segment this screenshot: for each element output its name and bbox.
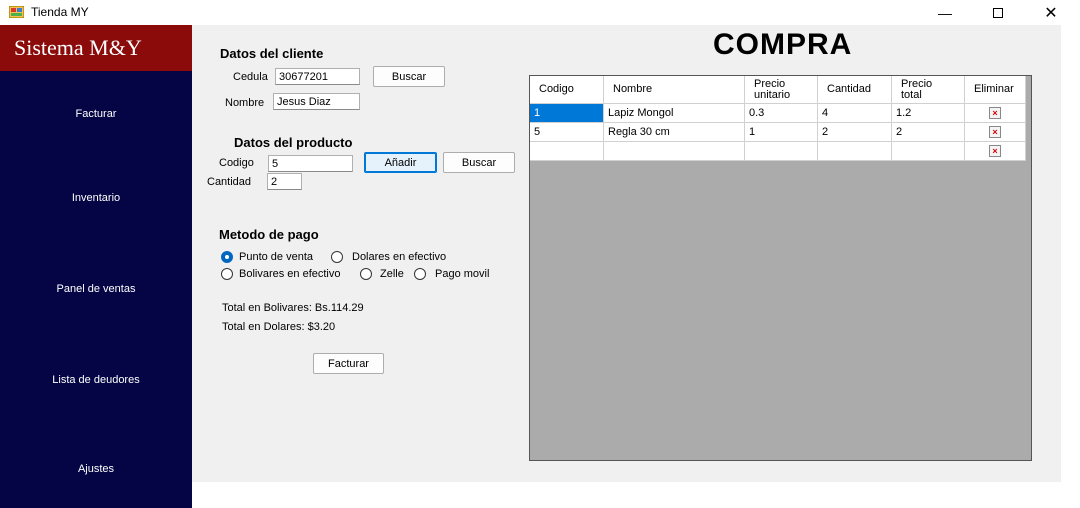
delete-icon[interactable]: × [989, 126, 1001, 138]
sidebar-item-inventario[interactable]: Inventario [0, 186, 192, 210]
grid-header: Codigo Nombre Precio unitario Cantidad P… [530, 76, 1026, 104]
radio-pago-movil[interactable] [414, 268, 426, 280]
radio-label-pago-movil: Pago movil [435, 268, 490, 280]
cell-precio-total[interactable]: 1.2 [892, 104, 965, 123]
window-bottom-edge [192, 482, 1061, 508]
close-button[interactable]: ✕ [1028, 0, 1074, 25]
cell-nombre[interactable]: Regla 30 cm [604, 123, 745, 142]
producto-section-title: Datos del producto [234, 135, 353, 150]
col-header-nombre[interactable]: Nombre [604, 76, 745, 104]
cliente-section-title: Datos del cliente [220, 46, 324, 61]
table-row[interactable]: 1 Lapiz Mongol 0.3 4 1.2 × [530, 104, 1026, 123]
cell-precio-unitario[interactable]: 0.3 [745, 104, 818, 123]
cell-nombre[interactable] [604, 142, 745, 161]
cell-precio-unitario[interactable]: 1 [745, 123, 818, 142]
radio-zelle[interactable] [360, 268, 372, 280]
anadir-button[interactable]: Añadir [364, 152, 437, 173]
cell-eliminar: × [965, 104, 1026, 123]
sidebar: Sistema M&Y Facturar Inventario Panel de… [0, 25, 192, 508]
nombre-label: Nombre [225, 97, 265, 109]
buscar-producto-button[interactable]: Buscar [443, 152, 515, 173]
sidebar-item-panel-de-ventas[interactable]: Panel de ventas [0, 277, 192, 301]
total-bolivares: Total en Bolivares: Bs.114.29 [222, 302, 364, 314]
cedula-label: Cedula [233, 71, 268, 83]
cell-cantidad[interactable] [818, 142, 892, 161]
codigo-label: Codigo [219, 157, 254, 169]
cedula-input[interactable]: 30677201 [275, 68, 360, 85]
codigo-input[interactable]: 5 [268, 155, 353, 172]
cell-cantidad[interactable]: 4 [818, 104, 892, 123]
maximize-button[interactable] [975, 0, 1021, 25]
col-header-eliminar[interactable]: Eliminar [965, 76, 1026, 104]
cantidad-label: Cantidad [207, 176, 252, 188]
app-icon [9, 6, 24, 18]
table-row[interactable]: 5 Regla 30 cm 1 2 2 × [530, 123, 1026, 142]
cell-codigo[interactable]: 1 [530, 104, 604, 123]
radio-dolares-en-efectivo[interactable] [331, 251, 343, 263]
sidebar-item-lista-de-deudores[interactable]: Lista de deudores [0, 368, 192, 392]
maximize-icon [993, 7, 1003, 18]
cell-codigo[interactable] [530, 142, 604, 161]
col-header-codigo[interactable]: Codigo [530, 76, 604, 104]
cantidad-input[interactable]: 2 [267, 173, 302, 190]
radio-label-bolivares-en-efectivo: Bolivares en efectivo [239, 268, 341, 280]
cell-precio-total[interactable] [892, 142, 965, 161]
cell-codigo[interactable]: 5 [530, 123, 604, 142]
buscar-cliente-button[interactable]: Buscar [373, 66, 445, 87]
cell-cantidad[interactable]: 2 [818, 123, 892, 142]
compra-grid[interactable]: Codigo Nombre Precio unitario Cantidad P… [529, 75, 1032, 461]
radio-label-zelle: Zelle [380, 268, 404, 280]
title-bar: Tienda MY — ✕ [0, 0, 1080, 25]
col-header-cantidad[interactable]: Cantidad [818, 76, 892, 104]
app-window: Tienda MY — ✕ Sistema M&Y Facturar Inven… [0, 0, 1080, 508]
nombre-input[interactable]: Jesus Diaz [273, 93, 360, 110]
brand-title: Sistema M&Y [0, 25, 192, 71]
radio-label-dolares-en-efectivo: Dolares en efectivo [352, 251, 447, 263]
pago-section-title: Metodo de pago [219, 227, 319, 242]
minimize-icon: — [938, 4, 952, 21]
radio-label-punto-de-venta: Punto de venta [239, 251, 314, 263]
radio-bolivares-en-efectivo[interactable] [221, 268, 233, 280]
close-icon: ✕ [1044, 4, 1058, 22]
cell-precio-unitario[interactable] [745, 142, 818, 161]
cell-eliminar: × [965, 142, 1026, 161]
facturar-button[interactable]: Facturar [313, 353, 384, 374]
delete-icon[interactable]: × [989, 107, 1001, 119]
total-dolares: Total en Dolares: $3.20 [222, 321, 336, 333]
col-header-precio-unitario[interactable]: Precio unitario [745, 76, 818, 104]
table-row-new[interactable]: × [530, 142, 1026, 161]
minimize-button[interactable]: — [922, 0, 968, 25]
window-title: Tienda MY [31, 5, 89, 19]
radio-punto-de-venta[interactable] [221, 251, 233, 263]
cell-eliminar: × [965, 123, 1026, 142]
sidebar-item-ajustes[interactable]: Ajustes [0, 457, 192, 481]
window-right-edge [1061, 25, 1080, 508]
sidebar-item-facturar[interactable]: Facturar [0, 102, 192, 126]
delete-icon[interactable]: × [989, 145, 1001, 157]
col-header-precio-total[interactable]: Precio total [892, 76, 965, 104]
cell-nombre[interactable]: Lapiz Mongol [604, 104, 745, 123]
compra-title: COMPRA [713, 28, 853, 61]
cell-precio-total[interactable]: 2 [892, 123, 965, 142]
